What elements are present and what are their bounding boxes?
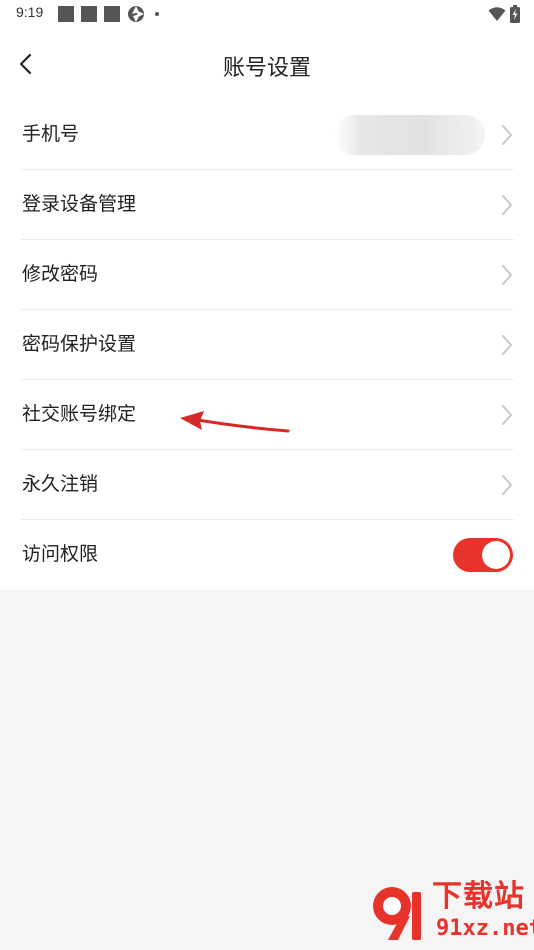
chevron-right-icon xyxy=(502,475,512,495)
dot-icon xyxy=(155,12,159,16)
status-bar: 9:19 xyxy=(0,0,534,28)
settings-list: 手机号 登录设备管理 修改密码 密码保护设置 社交账号绑定 永久注销 访问权限 xyxy=(0,100,534,590)
settings-item-password-protection[interactable]: 密码保护设置 xyxy=(0,310,534,380)
toggle-knob xyxy=(482,541,510,569)
access-permission-toggle[interactable] xyxy=(453,538,513,572)
settings-item-label: 密码保护设置 xyxy=(22,333,137,355)
screen: 9:19 账号设置 手机号 登录设备管理 修改密码 密码保护设置 社交账号绑定 … xyxy=(0,0,534,950)
settings-item-label: 永久注销 xyxy=(22,473,99,495)
settings-item-change-password[interactable]: 修改密码 xyxy=(0,240,534,310)
settings-item-access-permission: 访问权限 xyxy=(0,520,534,590)
watermark-text-main: 下载站 xyxy=(432,879,525,914)
settings-item-label: 社交账号绑定 xyxy=(22,403,137,425)
settings-item-label: 访问权限 xyxy=(22,543,99,565)
notification-square-icon xyxy=(58,6,74,22)
wifi-icon xyxy=(488,7,506,21)
settings-item-label: 修改密码 xyxy=(22,263,99,285)
settings-item-device-management[interactable]: 登录设备管理 xyxy=(0,170,534,240)
app-header: 账号设置 xyxy=(0,28,534,100)
phone-number-redacted xyxy=(335,115,485,155)
notification-square-icon xyxy=(81,6,97,22)
watermark: 下载站 91xz.net xyxy=(370,879,534,946)
notification-square-icon xyxy=(104,6,120,22)
chevron-right-icon xyxy=(502,405,512,425)
chevron-right-icon xyxy=(502,195,512,215)
settings-item-label: 手机号 xyxy=(22,123,80,145)
red-arrow-annotation xyxy=(180,411,290,433)
status-right-icons xyxy=(488,4,520,24)
site-logo-icon xyxy=(373,887,421,940)
chevron-right-icon xyxy=(502,265,512,285)
settings-item-label: 登录设备管理 xyxy=(22,193,137,215)
chevron-right-icon xyxy=(502,335,512,355)
chevron-right-icon xyxy=(502,125,512,145)
status-left-icons xyxy=(58,5,159,23)
watermark-text-domain: 91xz.net xyxy=(436,916,534,941)
status-time: 9:19 xyxy=(16,4,44,20)
battery-charging-icon xyxy=(510,5,520,23)
settings-item-delete-account[interactable]: 永久注销 xyxy=(0,450,534,520)
settings-item-phone[interactable]: 手机号 xyxy=(0,100,534,170)
aperture-icon xyxy=(128,6,144,22)
page-title: 账号设置 xyxy=(222,56,311,81)
